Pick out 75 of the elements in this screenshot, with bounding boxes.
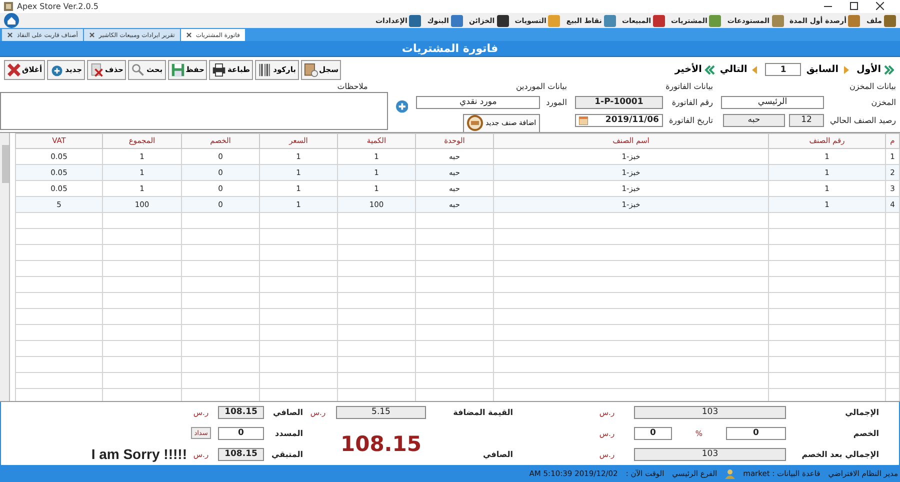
- previous-record-button[interactable]: السابق: [806, 64, 852, 76]
- notes-field[interactable]: [0, 92, 388, 130]
- window-title: Apex Store Ver.2.0.5: [17, 2, 99, 11]
- section-heading: بيانات الموردين: [514, 82, 567, 91]
- double-chevron-icon: [704, 64, 715, 75]
- paid-label: المسدد: [274, 428, 303, 438]
- message-text: I am Sorry !!!!!: [90, 446, 187, 462]
- field-label: المورد: [546, 98, 567, 107]
- notes-label: ملاحظات: [336, 82, 369, 92]
- net-total: 108.15: [339, 432, 423, 456]
- record-number-field[interactable]: 1: [765, 63, 802, 76]
- add-icon[interactable]: [396, 100, 408, 114]
- total-field: 103: [634, 406, 786, 419]
- remaining-field: 108.15: [218, 448, 264, 461]
- menu-tile-icon: [409, 14, 422, 27]
- menu-tile-icon: [496, 14, 509, 27]
- discount-field: 0: [726, 426, 786, 440]
- menu-tile-icon: [653, 14, 665, 27]
- restore-icon: [850, 2, 858, 10]
- net-label: الصافي: [272, 408, 303, 417]
- notebook-icon: [304, 62, 318, 77]
- section-heading: بيانات الفاتورة: [664, 82, 713, 91]
- date-field[interactable]: 2019/11/06: [574, 114, 663, 127]
- plus-circle-icon: [50, 62, 64, 77]
- field-label: رصيد الصنف الحالي: [830, 116, 896, 125]
- close-button[interactable]: [874, 2, 886, 10]
- discount-label: الخصم: [852, 428, 879, 438]
- last-record-button[interactable]: الأخير: [674, 64, 715, 76]
- scrollbar-thumb[interactable]: [2, 144, 9, 183]
- next-record-button[interactable]: التالي: [720, 64, 760, 76]
- balance-field: 12: [788, 114, 824, 127]
- close-icon: [876, 2, 884, 10]
- paid-field[interactable]: 0: [218, 426, 264, 440]
- store-field[interactable]: الرئيسي: [720, 96, 824, 109]
- total-label: الإجمالي: [844, 408, 879, 417]
- close-icon[interactable]: [88, 32, 95, 38]
- menu-tile-icon: [709, 14, 722, 27]
- remaining-label: المتبقي: [270, 450, 303, 459]
- vat-label: القيمة المضافة: [452, 408, 513, 417]
- invoice-number-field: 1-P-10001: [574, 96, 663, 109]
- close-icon[interactable]: [7, 32, 13, 38]
- user-icon: [725, 468, 736, 479]
- field-label: تاريخ الفاتورة: [668, 116, 713, 125]
- menu-tile-icon: [604, 14, 616, 27]
- barcode-icon: [258, 62, 272, 77]
- first-record-button[interactable]: الأول: [856, 64, 894, 76]
- net-label: الصافي: [482, 450, 513, 459]
- restore-button[interactable]: [848, 2, 860, 10]
- home-icon[interactable]: [4, 13, 19, 28]
- calendar-icon[interactable]: [578, 116, 588, 125]
- badge-icon: [466, 115, 483, 132]
- scrollbar[interactable]: [0, 132, 10, 401]
- field-label: رقم الفاتورة: [670, 98, 713, 107]
- section-heading: بيانات المخزن: [848, 82, 896, 91]
- document-x-icon: [90, 62, 104, 77]
- close-icon: [7, 62, 21, 77]
- app-icon: [4, 2, 13, 11]
- menu-tile-icon: [548, 14, 560, 27]
- close-icon[interactable]: [186, 32, 192, 38]
- after-discount-field: 103: [634, 448, 786, 461]
- menu-tile-icon: [884, 14, 896, 27]
- supplier-field[interactable]: مورد نقدي: [416, 96, 540, 109]
- printer-icon: [212, 62, 226, 77]
- net-field: 108.15: [218, 406, 264, 419]
- form-title: فاتورة المشتريات: [402, 42, 498, 55]
- search-icon: [131, 62, 146, 77]
- menu-tile-icon: [450, 14, 463, 27]
- after-discount-label: الإجمالي بعد الخصم: [800, 450, 879, 459]
- field-label: المخزن: [870, 98, 896, 107]
- discount-amount-field: 0: [634, 426, 672, 440]
- unit-field: حبه: [722, 114, 785, 127]
- menu-tile-icon: [848, 14, 860, 27]
- menu-tile-icon: [772, 14, 784, 27]
- vat-field: 5.15: [336, 406, 426, 419]
- double-chevron-icon: [883, 64, 894, 75]
